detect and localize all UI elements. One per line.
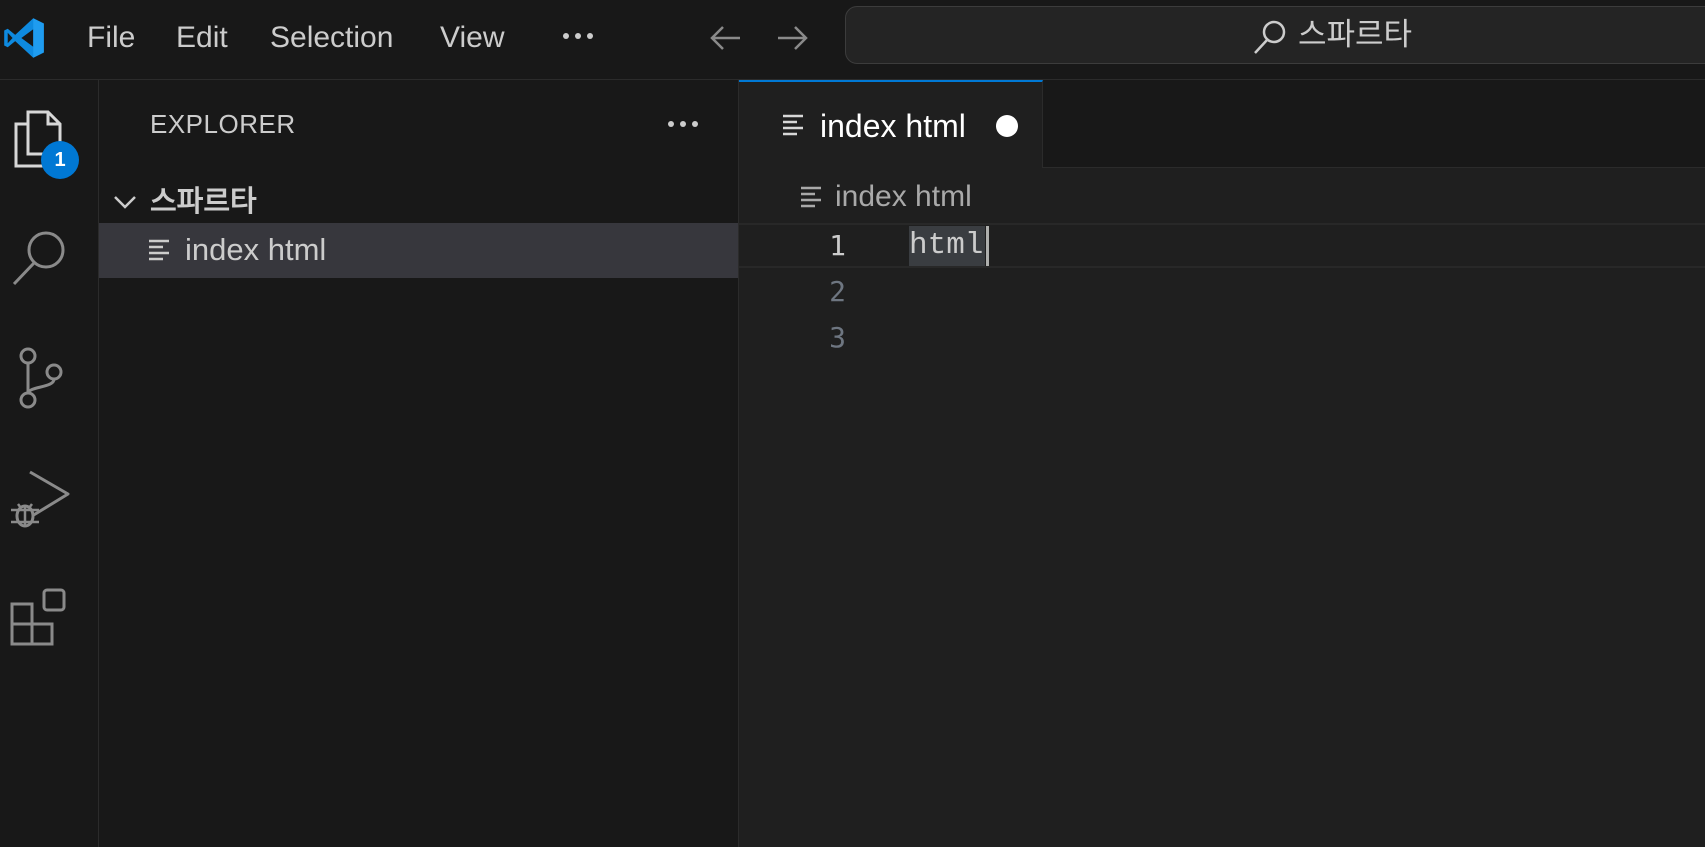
sidebar-title: EXPLORER <box>150 109 296 139</box>
search-icon <box>1254 20 1286 54</box>
source-control-icon[interactable] <box>8 346 72 410</box>
command-center-text: 스파르타 <box>1298 17 1413 52</box>
code-line[interactable]: html <box>909 226 986 266</box>
ellipsis-icon[interactable] <box>661 104 705 144</box>
text-file-icon <box>783 114 803 136</box>
menu-edit[interactable]: Edit <box>176 18 228 58</box>
arrow-left-icon[interactable] <box>706 18 746 58</box>
file-name: index html <box>185 232 327 267</box>
menu-file[interactable]: File <box>87 18 135 58</box>
breadcrumb[interactable]: index html <box>835 177 972 217</box>
folder-row[interactable]: 스파르타 <box>99 176 739 228</box>
text-file-icon <box>149 239 169 261</box>
file-item[interactable]: index html <box>99 223 738 278</box>
editor-tab[interactable]: index html <box>739 80 1043 168</box>
unsaved-dot-icon[interactable] <box>996 115 1018 137</box>
tab-label: index html <box>820 108 966 144</box>
text-cursor <box>986 226 989 266</box>
explorer-badge: 1 <box>41 141 79 179</box>
folder-name: 스파르타 <box>150 186 257 218</box>
explorer-sidebar: EXPLORER 스파르타 index html <box>99 80 739 847</box>
menu-selection[interactable]: Selection <box>270 18 393 58</box>
editor-tab-bar: index html <box>739 80 1705 168</box>
vscode-logo-icon <box>4 18 44 58</box>
title-bar: File Edit Selection View 스파르타 <box>0 0 1705 80</box>
arrow-right-icon[interactable] <box>772 18 812 58</box>
line-number: 2 <box>829 275 846 308</box>
line-number: 3 <box>829 321 846 354</box>
run-debug-icon[interactable] <box>8 466 72 530</box>
text-file-icon <box>801 186 821 208</box>
search-icon[interactable] <box>8 226 72 290</box>
extensions-icon[interactable] <box>8 586 72 650</box>
command-center-search[interactable]: 스파르타 <box>845 6 1705 64</box>
current-line-highlight <box>739 223 1705 268</box>
line-number: 1 <box>829 229 846 262</box>
ellipsis-icon[interactable] <box>556 18 600 58</box>
chevron-down-icon <box>114 196 136 209</box>
activity-bar: 1 <box>0 80 99 847</box>
menu-view[interactable]: View <box>440 18 504 58</box>
